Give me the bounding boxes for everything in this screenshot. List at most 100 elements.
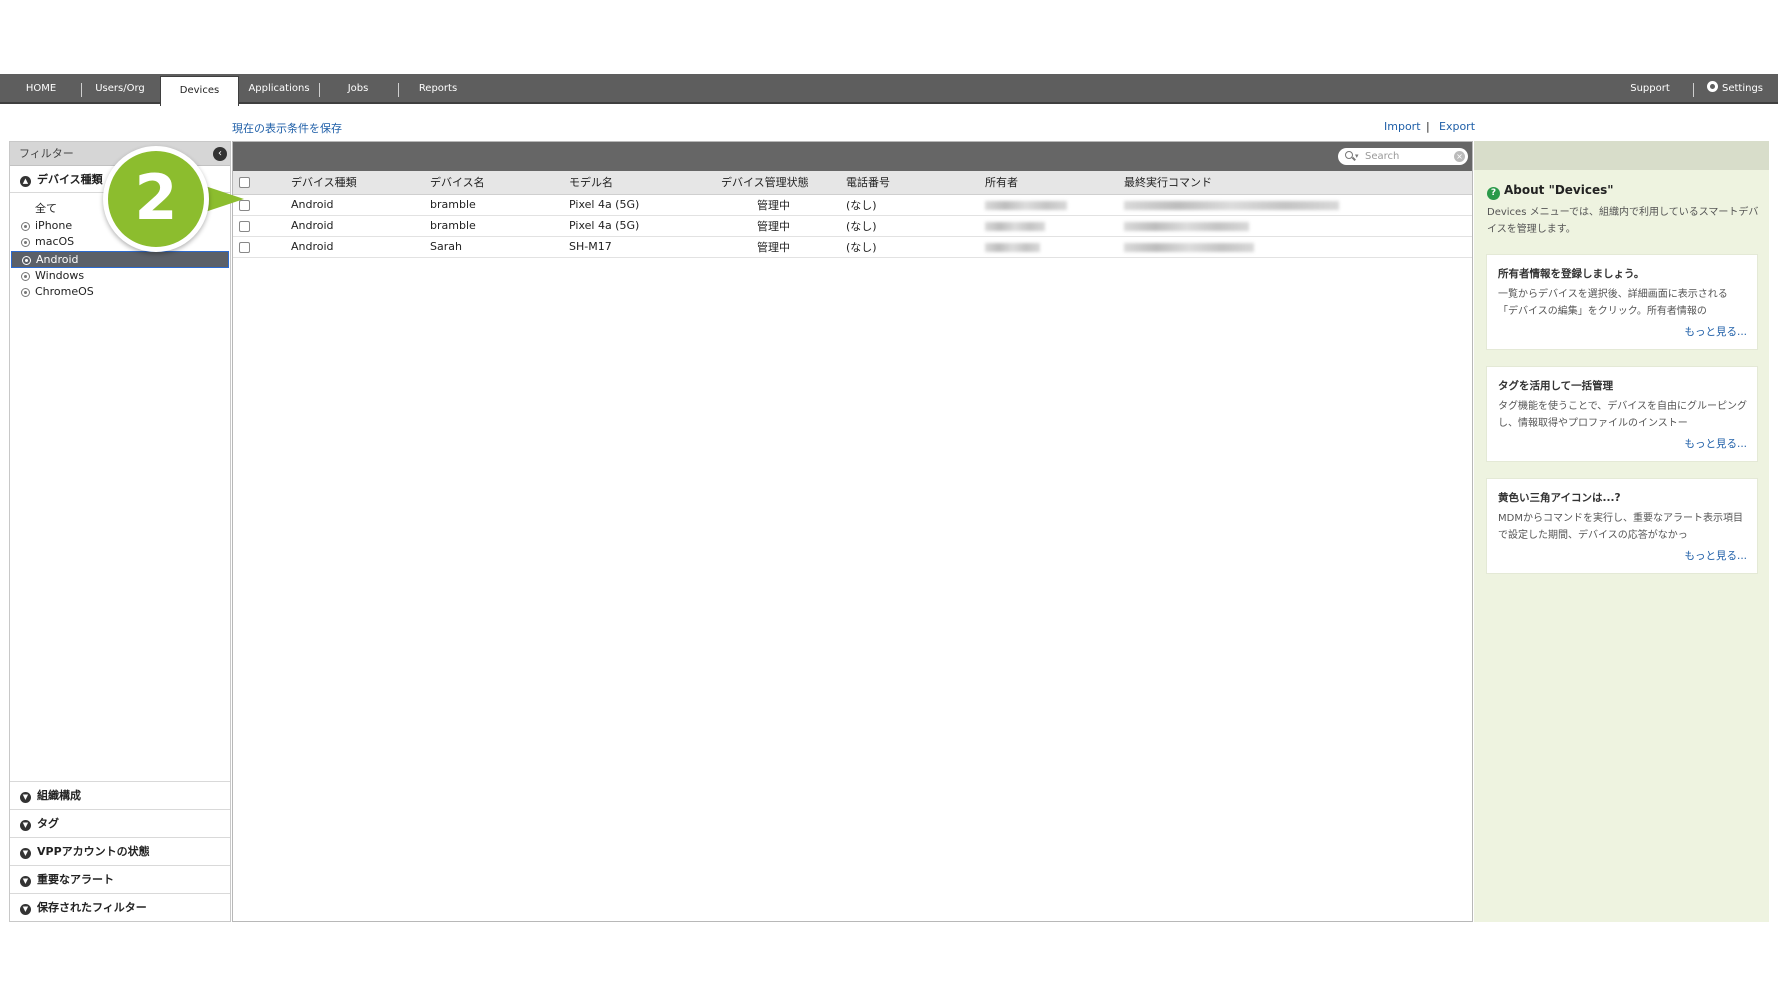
section-critical-alerts[interactable]: ▼ 重要なアラート [10,865,230,893]
redacted-command [1124,221,1249,231]
redacted-owner [985,242,1040,252]
cell-last-command-redacted [1120,236,1472,258]
about-title: About "Devices" [1504,183,1614,197]
filter-option-windows[interactable]: Windows [11,268,229,285]
nav-separator [1693,83,1694,97]
cell-model: Pixel 4a (5G) [565,215,717,237]
table-row[interactable]: Android bramble Pixel 4a (5G) 管理中 (なし) [233,215,1472,237]
settings-label: Settings [1721,83,1763,94]
column-header-device-name[interactable]: デバイス名 [426,171,565,195]
column-header-device-type[interactable]: デバイス種類 [287,171,426,195]
section-saved-filters[interactable]: ▼ 保存されたフィルター [10,893,230,921]
chevron-down-icon: ▼ [20,876,31,887]
callout-step-badge: 2 [103,146,209,252]
cell-last-command-redacted [1120,194,1472,216]
tab-reports[interactable]: Reports [408,74,468,104]
option-label: iPhone [35,218,73,232]
help-card: タグを活用して一括管理 タグ機能を使うことで、デバイスを自由にグルーピングし、情… [1486,366,1758,462]
see-more-link[interactable]: もっと見る... [1498,436,1747,451]
option-label: 全て [35,202,57,215]
cell-device-name: Sarah [426,236,565,258]
cell-owner-redacted [981,194,1120,216]
cell-phone: (なし) [842,194,981,216]
table-row[interactable]: Android Sarah SH-M17 管理中 (なし) [233,236,1472,258]
cell-device-name: bramble [426,194,565,216]
cell-last-command-redacted [1120,215,1472,237]
option-label: Windows [35,268,85,282]
tab-applications[interactable]: Applications [244,74,314,104]
column-header-management-status[interactable]: デバイス管理状態 [717,171,842,195]
column-header-model[interactable]: モデル名 [565,171,717,195]
search-placeholder: Search [1365,151,1400,162]
chevron-down-icon: ▼ [20,820,31,831]
redacted-command [1124,200,1339,210]
help-icon: ? [1487,187,1500,200]
redacted-owner [985,221,1045,231]
cell-status: 管理中 [717,194,842,216]
radio-icon [21,271,30,281]
cell-model: Pixel 4a (5G) [565,194,717,216]
card-body: MDMからコマンドを実行し、重要なアラート表示項目で設定した期間、デバイスの応答… [1498,513,1743,541]
section-label: 組織構成 [37,789,81,802]
section-vpp-status[interactable]: ▼ VPPアカウントの状態 [10,837,230,865]
row-select-cell [233,215,287,237]
help-panel: ? About "Devices" Devices メニューでは、組織内で利用して… [1474,141,1769,922]
cell-device-name: bramble [426,215,565,237]
list-toolbar: ▾ Search × [233,142,1472,171]
redacted-owner [985,200,1067,210]
link-separator: | [1426,120,1430,133]
radio-icon [21,288,30,298]
tab-jobs[interactable]: Jobs [328,74,388,104]
column-header-last-command[interactable]: 最終実行コマンド [1120,171,1472,195]
export-link[interactable]: Export [1439,120,1475,133]
row-select-cell [233,236,287,258]
nav-separator [398,83,399,97]
filter-option-android[interactable]: Android [11,251,229,268]
option-label: Android [36,253,79,267]
device-type-label: デバイス種類 [37,173,103,186]
section-tags[interactable]: ▼ タグ [10,809,230,837]
settings-link[interactable]: Settings [1698,74,1772,104]
section-label: VPPアカウントの状態 [37,845,150,858]
table-row[interactable]: Android bramble Pixel 4a (5G) 管理中 (なし) [233,194,1472,216]
card-title: タグを活用して一括管理 [1498,380,1614,392]
filter-panel: フィルター ‹ ▲ デバイス種類 全て iPhone macOS Android … [9,141,231,922]
about-description: Devices メニューでは、組織内で利用しているスマートデバイスを管理します。 [1487,207,1759,235]
section-org-structure[interactable]: ▼ 組織構成 [10,781,230,809]
column-header-owner[interactable]: 所有者 [981,171,1120,195]
radio-icon [22,256,31,266]
section-label: タグ [37,817,59,830]
support-link[interactable]: Support [1612,74,1688,104]
search-input[interactable]: ▾ Search × [1338,148,1468,165]
nav-separator [81,83,82,97]
card-title: 所有者情報を登録しましょう。 [1498,268,1645,280]
chevron-down-icon: ▼ [20,848,31,859]
chevron-down-icon: ▼ [20,792,31,803]
row-checkbox[interactable] [239,220,250,232]
chevron-down-icon: ▼ [20,904,31,915]
see-more-link[interactable]: もっと見る... [1498,324,1747,339]
cell-model: SH-M17 [565,236,717,258]
option-label: ChromeOS [35,285,94,299]
clear-search-icon[interactable]: × [1454,151,1465,162]
see-more-link[interactable]: もっと見る... [1498,548,1747,563]
cell-phone: (なし) [842,215,981,237]
radio-icon [21,221,30,231]
card-body: 一覧からデバイスを選択後、詳細画面に表示される「デバイスの編集」をクリック。所有… [1498,289,1728,317]
cell-device-type: Android [287,215,426,237]
collapse-panel-icon[interactable]: ‹ [213,147,227,161]
device-table: デバイス種類 デバイス名 モデル名 デバイス管理状態 電話番号 所有者 最終実行… [233,171,1472,258]
save-view-link[interactable]: 現在の表示条件を保存 [232,120,342,136]
filter-option-chromeos[interactable]: ChromeOS [11,284,229,301]
column-header-phone[interactable]: 電話番号 [842,171,981,195]
tab-users-org[interactable]: Users/Org [85,74,155,104]
card-title: 黄色い三角アイコンは...? [1498,492,1621,504]
cell-owner-redacted [981,215,1120,237]
row-checkbox[interactable] [239,241,250,253]
tab-devices[interactable]: Devices [160,76,239,106]
top-navigation: HOME Users/Org Devices Applications Jobs… [0,74,1778,106]
tab-home[interactable]: HOME [10,74,72,104]
device-list-panel: ▾ Search × デバイス種類 デバイス名 モデル名 デバイス管理状態 電話… [232,141,1473,922]
cell-phone: (なし) [842,236,981,258]
import-link[interactable]: Import [1384,120,1421,133]
